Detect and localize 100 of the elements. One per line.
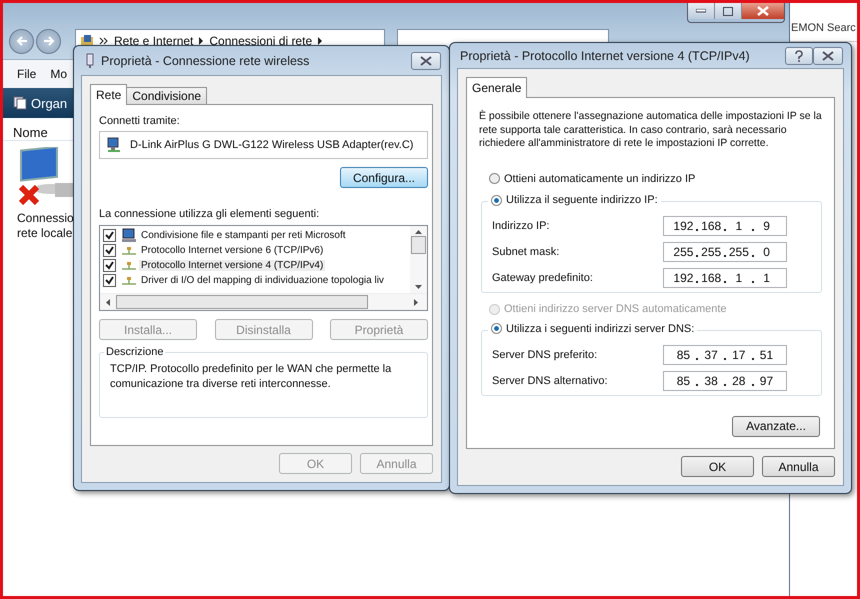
octet: 1 (734, 271, 744, 285)
close-button[interactable] (411, 52, 441, 70)
radio-option[interactable]: Ottieni automaticamente un indirizzo IP (489, 172, 696, 184)
octet: 255 (701, 245, 722, 259)
dialog-button[interactable]: Annulla (762, 456, 835, 477)
octet: 168 (701, 271, 722, 285)
octet: 85 (676, 374, 692, 388)
item-label: Connessio (17, 211, 74, 226)
maximize-button[interactable] (715, 3, 742, 19)
close-button[interactable] (813, 46, 843, 64)
up-arrow-icon (415, 230, 422, 234)
octet: 97 (758, 374, 774, 388)
arrow-icon (317, 37, 324, 45)
octet: 17 (731, 348, 746, 362)
column-header[interactable]: Nome (13, 125, 48, 140)
dot-separator-icon (696, 384, 698, 386)
radio-option[interactable]: Utilizza i seguenti indirizzi server DNS: (491, 322, 694, 334)
dot-separator-icon (752, 255, 754, 257)
dot-separator-icon (696, 229, 698, 231)
scrollbar[interactable] (100, 293, 427, 310)
tab[interactable]: Condivisione (126, 87, 208, 104)
menu-item[interactable]: File (17, 67, 36, 81)
network-adapter-icon (106, 137, 122, 153)
advanced-button[interactable]: Avanzate... (732, 416, 820, 436)
dot-separator-icon (696, 255, 698, 257)
configure-button[interactable]: Configura... (340, 167, 428, 188)
pages-icon (13, 96, 27, 110)
field-label: Subnet mask: (492, 246, 560, 258)
dot-separator-icon (752, 229, 754, 231)
window-title: EMON Searc (791, 22, 856, 34)
ip-address-field[interactable]: 192 168 1 9 (663, 216, 787, 236)
dot-separator-icon (724, 255, 726, 257)
octet: 9 (762, 219, 771, 233)
breadcrumb-item[interactable]: Connessioni di rete (209, 34, 312, 48)
ip-address-field[interactable]: 255 255 255 0 (663, 242, 787, 262)
dialog-title: Proprietà - Connessione rete wireless (101, 54, 310, 68)
menu-item[interactable]: Mo (50, 67, 68, 81)
radio-option[interactable]: Utilizza il seguente indirizzo IP: (491, 194, 658, 206)
dot-separator-icon (724, 281, 726, 283)
intro-text: È possibile ottenere l'assegnazione automatica delle impostazioni IP se la rete supporta tale caratteristica. In caso contrario, sarà necessario richiedere all'amministratore di rete le impostazioni IP corrette. (479, 110, 822, 150)
octet: 28 (731, 374, 746, 388)
adapter-icon (84, 52, 96, 68)
dialog-button[interactable]: OK (681, 456, 754, 477)
back-button[interactable] (9, 28, 34, 54)
close-icon (420, 56, 432, 66)
checkbox[interactable] (103, 274, 116, 287)
checkbox[interactable] (103, 229, 116, 242)
dialog-title: Proprietà - Protocollo Internet versione 4 (TCP/IPv4) (460, 48, 751, 62)
list-item[interactable]: Condivisione file e stampanti per reti Microsoft (139, 230, 348, 241)
right-arrow-icon (414, 298, 418, 306)
dot-separator-icon (752, 384, 754, 386)
forward-arrow-icon (42, 35, 56, 47)
network-icon (121, 246, 137, 256)
minimize-button[interactable] (688, 3, 715, 19)
octet: 51 (758, 348, 774, 362)
tab[interactable]: Rete (90, 84, 128, 105)
octet: 192 (673, 271, 694, 285)
network-icon (121, 276, 137, 286)
help-button[interactable] (785, 46, 813, 64)
radio-button[interactable] (491, 194, 502, 206)
scrollbar[interactable] (410, 226, 427, 293)
close-icon (757, 6, 769, 16)
back-arrow-icon (14, 35, 28, 47)
field-label: Server DNS preferito: (492, 348, 598, 360)
help-icon (794, 50, 804, 62)
connect-via-label: Connetti tramite: (99, 115, 181, 127)
octet: 38 (703, 374, 719, 388)
chevron-icon (99, 37, 109, 45)
scroll-thumb[interactable] (116, 295, 368, 309)
minimize-icon (696, 9, 706, 13)
ip-address-field[interactable]: 85 37 17 51 (663, 344, 787, 364)
octet: 168 (701, 219, 722, 233)
ip-address-field[interactable]: 85 38 28 97 (663, 370, 787, 390)
octet: 1 (734, 219, 744, 233)
list-item[interactable]: Protocollo Internet versione 4 (TCP/IPv4) (139, 260, 326, 271)
radio-button[interactable] (491, 323, 502, 334)
field-label: Gateway predefinito: (492, 272, 593, 284)
tab[interactable]: Generale (466, 77, 528, 98)
checkbox[interactable] (103, 244, 116, 257)
left-arrow-icon (106, 298, 110, 306)
description-text: TCP/IP. Protocollo predefinito per le WAN che permette la comunicazione tra diverse reti interconnesse. (110, 362, 392, 392)
radio-button[interactable] (489, 173, 500, 184)
list-item[interactable]: Driver di I/O del mapping di individuazione topologia liv (139, 275, 386, 286)
item-label: rete locale (17, 226, 72, 241)
breadcrumb-item[interactable]: Rete e Internet (114, 34, 194, 48)
ip-address-field[interactable]: 192 168 1 1 (663, 268, 787, 288)
octet: 0 (762, 245, 771, 259)
dot-separator-icon (696, 281, 698, 283)
organize-button[interactable]: Organ (3, 94, 74, 112)
forward-button[interactable] (36, 28, 61, 54)
arrow-icon (198, 37, 204, 45)
maximize-icon (723, 6, 733, 16)
network-icon (121, 260, 137, 270)
list-item[interactable]: Protocollo Internet versione 6 (TCP/IPv6) (139, 245, 326, 256)
close-button[interactable] (742, 3, 784, 19)
scroll-thumb[interactable] (411, 236, 426, 254)
adapter-name: D-Link AirPlus G DWL-G122 Wireless USB Adapter(rev.C) (130, 139, 414, 151)
checkbox[interactable] (103, 259, 116, 272)
dot-separator-icon (724, 358, 726, 360)
octet: 255 (673, 245, 694, 259)
